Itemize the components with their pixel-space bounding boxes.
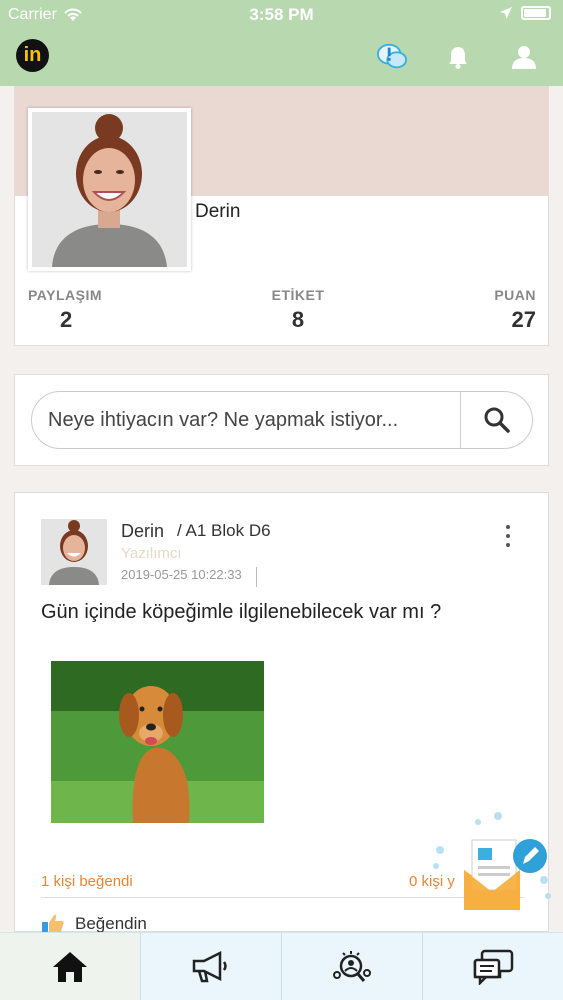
search-people-icon [333,950,371,982]
messages-icon [473,949,514,985]
post-image-dog[interactable] [51,661,264,823]
tab-home[interactable] [0,933,141,1000]
stat-value: 2 [60,307,73,332]
likes-count[interactable]: 1 kişi beğendi [41,873,133,890]
post-author-role: Yazılımcı [121,545,182,562]
bottom-tab-bar [0,932,563,1000]
status-bar: Carrier 3:58 PM [0,0,563,30]
bell-icon[interactable] [442,42,474,72]
post-location: / A1 Blok D6 [177,521,271,540]
battery-icon [521,6,551,20]
post-author-avatar[interactable] [41,519,107,585]
stat-label: ETİKET [271,287,325,303]
compose-message-button[interactable] [428,810,556,918]
top-navbar: in [0,30,563,86]
tab-search-people[interactable] [282,933,423,1000]
profile-avatar[interactable] [28,108,191,271]
location-arrow-icon [500,7,512,19]
stat-value: 27 [511,307,536,332]
home-icon [53,951,87,982]
stat-paylasim: PAYLAŞIM 2 [28,287,102,333]
like-action-label: Beğendin [75,914,147,933]
profile-name: Derin [195,201,241,222]
post-text: Gün içinde köpeğimle ilgilenebilecek var… [41,601,442,623]
post-author-name[interactable]: Derin [121,521,164,542]
search-icon [484,407,510,433]
status-right [499,6,551,20]
search-button[interactable] [460,392,532,448]
post-date: 2019-05-25 10:22:33 [121,567,257,587]
stat-puan: PUAN 27 [470,287,536,333]
app-logo[interactable]: in [16,39,49,72]
alert-chat-icon[interactable] [376,42,408,72]
stat-label: PAYLAŞIM [28,287,103,303]
stat-value: 8 [291,307,305,332]
status-time: 3:58 PM [249,5,314,24]
megaphone-icon [192,950,227,982]
stat-etiket: ETİKET 8 [248,287,348,333]
search-input[interactable] [32,408,460,432]
stat-label: PUAN [494,287,536,303]
more-options-icon[interactable] [501,523,515,549]
envelope-edit-icon [433,812,551,910]
search-card [14,374,549,466]
tab-messages[interactable] [423,933,563,1000]
search-box [31,391,533,449]
tab-announcements[interactable] [141,933,282,1000]
user-icon[interactable] [508,42,540,72]
